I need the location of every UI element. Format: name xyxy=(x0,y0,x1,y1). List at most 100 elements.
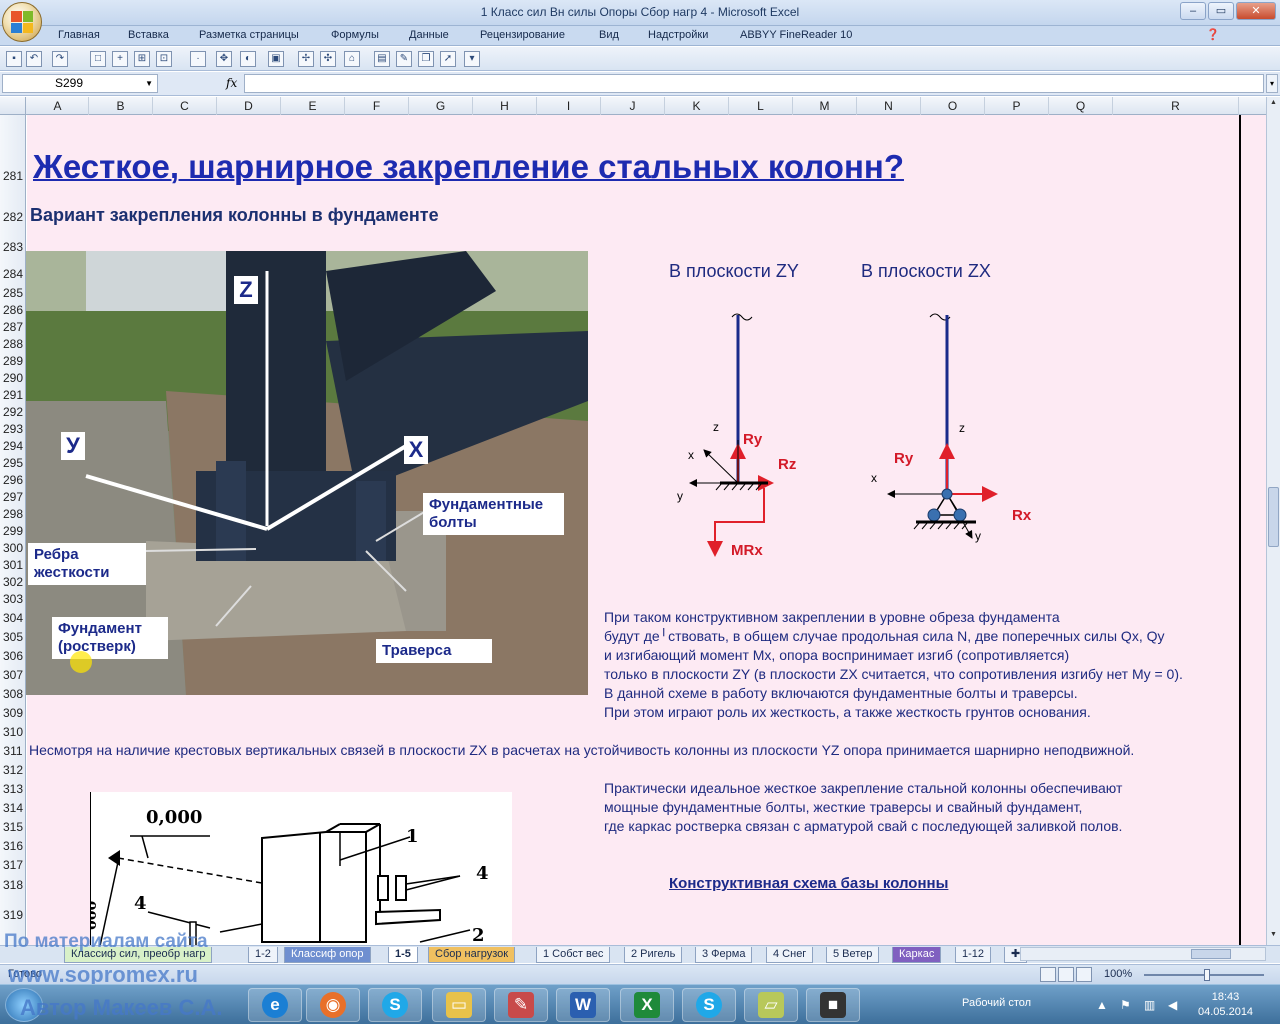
sheet-tab[interactable]: Сбор нагрузок xyxy=(428,947,516,963)
column-header[interactable]: E xyxy=(281,97,345,115)
grid-icon[interactable]: ⊡ xyxy=(156,51,172,67)
minimize-button[interactable]: – xyxy=(1180,2,1206,20)
column-header[interactable]: A xyxy=(27,97,89,115)
system-clock[interactable]: 18:43 04.05.2014 xyxy=(1198,990,1253,1020)
table-icon[interactable]: ▤ xyxy=(374,51,390,67)
column-header[interactable]: I xyxy=(537,97,601,115)
row-header[interactable]: 287 xyxy=(0,320,25,334)
row-header[interactable]: 307 xyxy=(0,668,25,682)
sheet-tab[interactable]: 1-12 xyxy=(955,947,992,963)
row-header[interactable]: 314 xyxy=(0,801,25,815)
customize-icon[interactable]: ▾ xyxy=(464,51,480,67)
row-header[interactable]: 305 xyxy=(0,630,25,644)
copy-icon[interactable]: ❐ xyxy=(418,51,434,67)
expand-formula-icon[interactable]: ▾ xyxy=(1266,74,1278,93)
column-header[interactable]: J xyxy=(601,97,665,115)
normal-view-icon[interactable] xyxy=(1040,967,1056,982)
volume-icon[interactable]: ◀ xyxy=(1168,998,1177,1012)
column-header[interactable]: D xyxy=(217,97,281,115)
scroll-down-icon[interactable]: ▼ xyxy=(1268,931,1279,943)
row-header[interactable]: 284 xyxy=(0,267,25,281)
sheet-tab[interactable]: 4 Снег xyxy=(766,947,814,963)
notes-taskbar-icon[interactable]: ▱ xyxy=(744,988,798,1022)
tab-page-layout[interactable]: Разметка страницы xyxy=(199,29,299,41)
tab-addins[interactable]: Надстройки xyxy=(648,29,708,41)
restore-button[interactable]: ▭ xyxy=(1208,2,1234,20)
row-header[interactable]: 282 xyxy=(0,210,25,224)
skype2-taskbar-icon[interactable]: S xyxy=(682,988,736,1022)
desktop-toolbar-label[interactable]: Рабочий стол xyxy=(962,997,1031,1009)
inner-border-icon[interactable]: + xyxy=(112,51,128,67)
zoom-slider-knob[interactable] xyxy=(1204,969,1210,981)
page-layout-view-icon[interactable] xyxy=(1058,967,1074,982)
row-header[interactable]: 304 xyxy=(0,611,25,625)
name-box[interactable]: S299 ▼ xyxy=(2,74,158,93)
row-header[interactable]: 318 xyxy=(0,878,25,892)
office-button[interactable] xyxy=(2,2,42,42)
column-header[interactable]: G xyxy=(409,97,473,115)
all-borders-icon[interactable]: ⊞ xyxy=(134,51,150,67)
column-header[interactable]: H xyxy=(473,97,537,115)
column-base-photo[interactable]: Z У Х Фундаментные болты Ребра жесткости… xyxy=(26,251,588,695)
select-all-corner[interactable] xyxy=(0,97,26,115)
row-header[interactable]: 283 xyxy=(0,240,25,254)
formula-input[interactable] xyxy=(244,74,1264,93)
column-base-scheme-link[interactable]: Конструктивная схема базы колонны xyxy=(669,875,948,892)
row-header[interactable]: 281 xyxy=(0,169,25,183)
row-header[interactable]: 317 xyxy=(0,858,25,872)
column-header[interactable]: F xyxy=(345,97,409,115)
sheet-tab[interactable]: 2 Ригель xyxy=(624,947,683,963)
row-header[interactable]: 297 xyxy=(0,490,25,504)
column-header[interactable]: L xyxy=(729,97,793,115)
row-header[interactable]: 298 xyxy=(0,507,25,521)
shape-icon[interactable]: ⌂ xyxy=(344,51,360,67)
tab-insert[interactable]: Вставка xyxy=(128,29,169,41)
column-header[interactable]: C xyxy=(153,97,217,115)
picture-icon[interactable]: ▣ xyxy=(268,51,284,67)
row-header[interactable]: 296 xyxy=(0,473,25,487)
column-header[interactable]: P xyxy=(985,97,1049,115)
tab-data[interactable]: Данные xyxy=(409,29,449,41)
row-header[interactable]: 286 xyxy=(0,303,25,317)
redo-icon[interactable]: ↷ xyxy=(52,51,68,67)
row-header[interactable]: 295 xyxy=(0,456,25,470)
row-header[interactable]: 312 xyxy=(0,763,25,777)
row-header[interactable]: 294 xyxy=(0,439,25,453)
row-header[interactable]: 319 xyxy=(0,908,25,922)
sheet-tab[interactable]: 1 Собст вес xyxy=(536,947,611,963)
save-icon[interactable]: ▪ xyxy=(6,51,22,67)
page-break-view-icon[interactable] xyxy=(1076,967,1092,982)
row-header[interactable]: 292 xyxy=(0,405,25,419)
column-header[interactable]: N xyxy=(857,97,921,115)
explorer-taskbar-icon[interactable]: ▭ xyxy=(432,988,486,1022)
network-icon[interactable]: ▥ xyxy=(1144,998,1155,1012)
tab-view[interactable]: Вид xyxy=(599,29,619,41)
row-header[interactable]: 306 xyxy=(0,649,25,663)
vertical-scrollbar[interactable]: ▲ ▼ xyxy=(1266,97,1280,945)
row-header[interactable]: 288 xyxy=(0,337,25,351)
border-icon[interactable]: □ xyxy=(90,51,106,67)
skype-taskbar-icon[interactable]: S xyxy=(368,988,422,1022)
scroll-up-icon[interactable]: ▲ xyxy=(1268,99,1279,111)
close-button[interactable]: ✕ xyxy=(1236,2,1276,20)
row-header[interactable]: 311 xyxy=(0,744,25,758)
pointer-icon[interactable]: ➚ xyxy=(440,51,456,67)
row-header[interactable]: 302 xyxy=(0,575,25,589)
flag-icon[interactable]: ⚑ xyxy=(1120,998,1131,1012)
move-icon[interactable]: ✥ xyxy=(216,51,232,67)
help-icon[interactable]: ❓ xyxy=(1206,28,1220,41)
row-header[interactable]: 291 xyxy=(0,388,25,402)
column-header[interactable]: M xyxy=(793,97,857,115)
tab-review[interactable]: Рецензирование xyxy=(480,29,565,41)
sheet-tab[interactable]: 3 Ферма xyxy=(695,947,753,963)
row-header[interactable]: 308 xyxy=(0,687,25,701)
row-header[interactable]: 293 xyxy=(0,422,25,436)
fx-button[interactable]: fx xyxy=(226,76,237,90)
vertical-scroll-thumb[interactable] xyxy=(1268,487,1279,547)
zoom-level[interactable]: 100% xyxy=(1104,968,1132,980)
row-header[interactable]: 289 xyxy=(0,354,25,368)
word-taskbar-icon[interactable]: W xyxy=(556,988,610,1022)
sheet-tab[interactable]: Классиф опор xyxy=(284,947,371,963)
nudge-icon[interactable]: ✢ xyxy=(298,51,314,67)
row-header[interactable]: 299 xyxy=(0,524,25,538)
